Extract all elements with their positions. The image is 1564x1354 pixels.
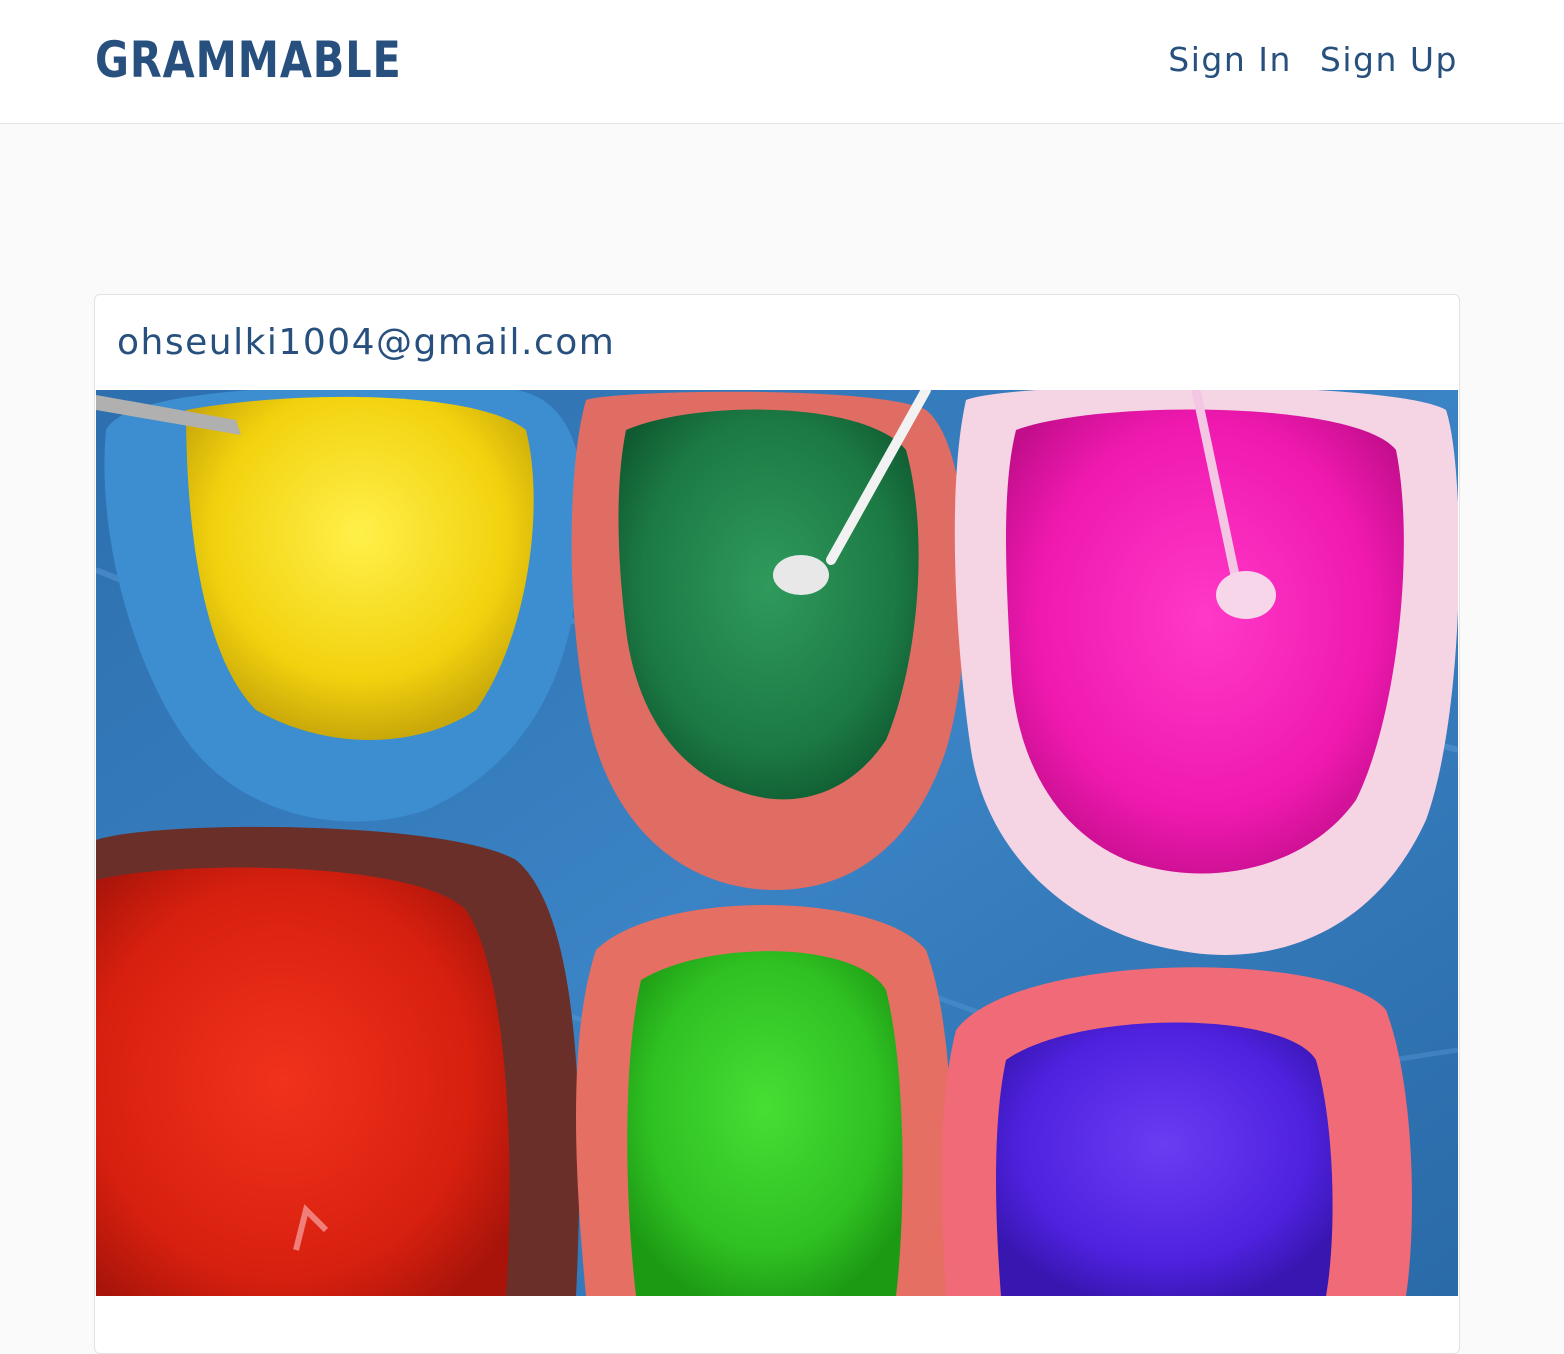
- post-user-email: ohseulki1004@gmail.com: [117, 322, 616, 363]
- sign-up-link[interactable]: Sign Up: [1320, 38, 1458, 82]
- brand-logo[interactable]: GRAMMABLE: [95, 30, 402, 90]
- post-image: [96, 390, 1458, 1296]
- post-card: ohseulki1004@gmail.com: [94, 294, 1460, 1354]
- nav-links: Sign In Sign Up: [1168, 38, 1458, 82]
- sign-in-link[interactable]: Sign In: [1168, 38, 1292, 82]
- top-navbar: GRAMMABLE Sign In Sign Up: [0, 0, 1564, 124]
- post-header: ohseulki1004@gmail.com: [95, 295, 1459, 391]
